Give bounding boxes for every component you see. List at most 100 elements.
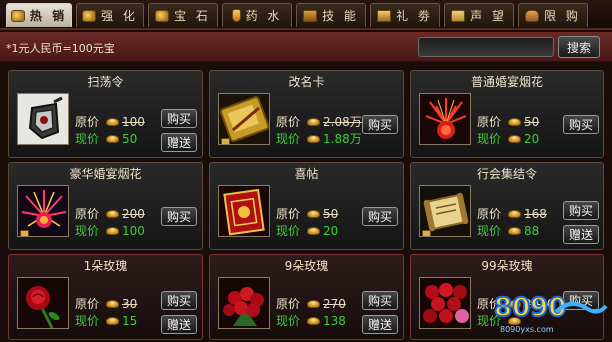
buy-button[interactable]: 购买 — [161, 207, 197, 226]
rose-icon — [17, 277, 69, 329]
ingot-icon — [106, 299, 119, 308]
ticket-icon — [377, 9, 392, 22]
shop-header: *1元人民币=100元宝 搜索 — [0, 32, 612, 62]
original-price-row: 原价 270 — [276, 295, 346, 312]
current-price-label: 现价 — [276, 314, 301, 328]
tab-label: 药 水 — [245, 9, 283, 23]
tab-label: 强 化 — [101, 9, 138, 23]
current-price-label: 现价 — [477, 132, 502, 146]
original-price-row: 原价 50 — [276, 205, 338, 222]
tab-enhance[interactable]: 强 化 — [76, 3, 144, 27]
current-price: 100 — [122, 223, 145, 238]
item-card: 改名卡 原价 2.08万 现价 1.88万 购买 — [209, 70, 404, 158]
original-price-row: 原价 2.08万 — [276, 113, 362, 130]
rose-bouquet-icon — [419, 277, 471, 329]
tab-label: 声 望 — [470, 9, 507, 23]
watermark-url: 8090yxs.com — [500, 325, 554, 334]
item-name: 改名卡 — [288, 75, 325, 89]
ingot-icon — [508, 226, 521, 235]
fireworks-icon — [419, 93, 471, 145]
original-price: 2.08万 — [323, 115, 362, 129]
ingot-icon — [106, 134, 119, 143]
ingot-icon — [106, 226, 119, 235]
gift-button[interactable]: 赠送 — [161, 315, 197, 334]
current-price: 88 — [524, 223, 540, 238]
buy-button[interactable]: 购买 — [161, 109, 197, 128]
ingot-icon — [508, 134, 521, 143]
item-name: 豪华婚宴烟花 — [69, 167, 142, 181]
tab-skill[interactable]: 技 能 — [296, 3, 366, 27]
original-price-label: 原价 — [477, 115, 502, 129]
buy-button[interactable]: 购买 — [362, 115, 398, 134]
ingot-icon — [508, 209, 521, 218]
current-price: 50 — [122, 131, 138, 146]
item-card: 行会集结令 原价 168 现价 88 购买 赠送 — [410, 162, 604, 250]
tab-bar: 热 销 强 化 宝 石 药 水 技 能 礼 劵 声 望 限 购 — [0, 0, 612, 30]
potion-icon — [231, 9, 241, 22]
wedding-invitation-icon — [218, 185, 270, 237]
item-name: 行会集结令 — [476, 167, 537, 181]
ingot-icon — [307, 134, 320, 143]
item-card: 扫荡令 原价 100 现价 50 购买 赠送 — [8, 70, 203, 158]
current-price-row: 现价 15 — [75, 312, 137, 329]
current-price-row: 现价 20 — [276, 222, 338, 239]
book-icon — [303, 9, 318, 22]
item-name: 1朵玫瑰 — [83, 259, 128, 273]
coin-icon — [82, 9, 97, 22]
original-price-label: 原价 — [75, 297, 100, 311]
gift-button[interactable]: 赠送 — [161, 133, 197, 152]
gift-button[interactable]: 赠送 — [563, 225, 599, 244]
current-price: 138 — [323, 313, 346, 328]
tab-reputation[interactable]: 声 望 — [444, 3, 514, 27]
current-price-row: 现价 100 — [75, 222, 145, 239]
tab-limited[interactable]: 限 购 — [518, 3, 588, 27]
original-price-row: 原价 30 — [75, 295, 137, 312]
current-price-row: 现价 88 — [477, 222, 539, 239]
item-card: 9朵玫瑰 原价 270 现价 138 购买 赠送 — [209, 254, 404, 340]
gift-button[interactable]: 赠送 — [362, 315, 398, 334]
scroll-icon — [451, 9, 466, 22]
original-price-label: 原价 — [276, 297, 301, 311]
current-price-label: 现价 — [276, 224, 301, 238]
item-name: 99朵玫瑰 — [481, 259, 533, 273]
tab-voucher[interactable]: 礼 劵 — [370, 3, 440, 27]
site-watermark: 8090 8090yxs.com — [486, 282, 610, 340]
original-price: 50 — [323, 206, 339, 221]
current-price: 1.88万 — [323, 132, 362, 146]
sweep-token-icon — [17, 93, 69, 145]
original-price: 200 — [122, 206, 145, 221]
original-price-row: 原价 100 — [75, 113, 145, 130]
buy-button[interactable]: 购买 — [563, 201, 599, 220]
item-name: 9朵玫瑰 — [284, 259, 329, 273]
original-price-label: 原价 — [75, 207, 100, 221]
current-price-row: 现价 1.88万 — [276, 130, 362, 147]
current-price-label: 现价 — [477, 224, 502, 238]
current-price-label: 现价 — [75, 314, 100, 328]
current-price-label: 现价 — [276, 132, 301, 146]
ingot-icon — [307, 226, 320, 235]
buy-button[interactable]: 购买 — [362, 207, 398, 226]
item-card: 喜帖 原价 50 现价 20 购买 — [209, 162, 404, 250]
tab-hot-sale[interactable]: 热 销 — [6, 3, 72, 27]
current-price-label: 现价 — [75, 224, 100, 238]
original-price-label: 原价 — [75, 115, 100, 129]
search-button[interactable]: 搜索 — [558, 36, 600, 58]
tab-potion[interactable]: 药 水 — [222, 3, 292, 27]
ingot-icon — [106, 316, 119, 325]
tab-label: 技 能 — [322, 9, 359, 23]
original-price-row: 原价 168 — [477, 205, 547, 222]
buy-button[interactable]: 购买 — [362, 291, 398, 310]
exchange-rate-note: *1元人民币=100元宝 — [6, 42, 115, 55]
buy-button[interactable]: 购买 — [161, 291, 197, 310]
current-price: 20 — [524, 131, 540, 146]
rose-bouquet-icon — [218, 277, 270, 329]
original-price: 50 — [524, 114, 540, 129]
tab-gem[interactable]: 宝 石 — [148, 3, 218, 27]
current-price-row: 现价 50 — [75, 130, 137, 147]
buy-button[interactable]: 购买 — [563, 115, 599, 134]
lock-icon — [221, 138, 230, 144]
rename-card-icon — [218, 93, 270, 145]
search-input[interactable] — [418, 37, 554, 57]
watermark-logo: 8090 — [494, 293, 566, 323]
item-card: 1朵玫瑰 原价 30 现价 15 购买 赠送 — [8, 254, 203, 340]
